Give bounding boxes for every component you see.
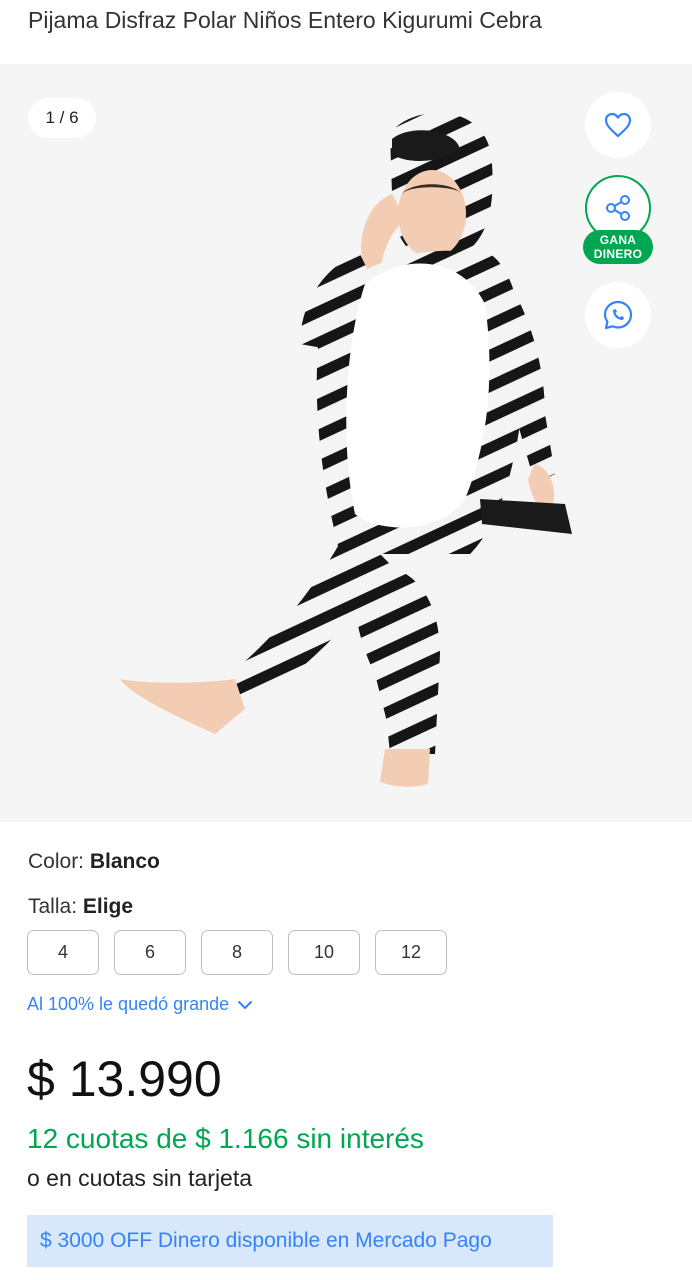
favorite-button[interactable] [585,92,651,158]
color-attribute: Color: Blanco [28,850,160,874]
product-image[interactable] [110,94,580,822]
promo-text: $ 3000 OFF Dinero disponible en Mercado … [40,1229,492,1252]
size-option-10[interactable]: 10 [288,930,360,975]
fit-note-link[interactable]: Al 100% le quedó grande [27,994,253,1015]
heart-icon [604,112,632,138]
size-option-8[interactable]: 8 [201,930,273,975]
color-value: Blanco [89,850,160,873]
color-label: Color: [28,850,85,873]
whatsapp-icon [603,300,633,330]
fit-note-text: Al 100% le quedó grande [27,994,230,1014]
size-value: Elige [82,895,134,918]
promo-banner[interactable]: $ 3000 OFF Dinero disponible en Mercado … [27,1215,553,1267]
share-icon [606,195,630,221]
earn-money-badge[interactable]: GANA DINERO [583,230,653,264]
chevron-down-icon [238,1000,253,1009]
alt-payment-text[interactable]: o en cuotas sin tarjeta [27,1165,252,1192]
size-label: Talla: [28,895,78,918]
product-price: $ 13.990 [27,1051,222,1107]
image-counter: 1 / 6 [28,98,96,138]
size-attribute: Talla: Elige [28,895,133,919]
size-option-4[interactable]: 4 [27,930,99,975]
product-title: Pijama Disfraz Polar Niños Entero Kiguru… [28,7,542,33]
badge-line-1: GANA [599,233,637,247]
product-gallery[interactable]: 1 / 6 GANA DINERO [0,64,692,822]
badge-line-2: DINERO [593,247,643,261]
installments-text: 12 cuotas de $ 1.166 sin interés [27,1123,424,1154]
whatsapp-button[interactable] [585,282,651,348]
size-options: 4 6 8 10 12 [27,930,447,975]
size-option-6[interactable]: 6 [114,930,186,975]
size-option-12[interactable]: 12 [375,930,447,975]
